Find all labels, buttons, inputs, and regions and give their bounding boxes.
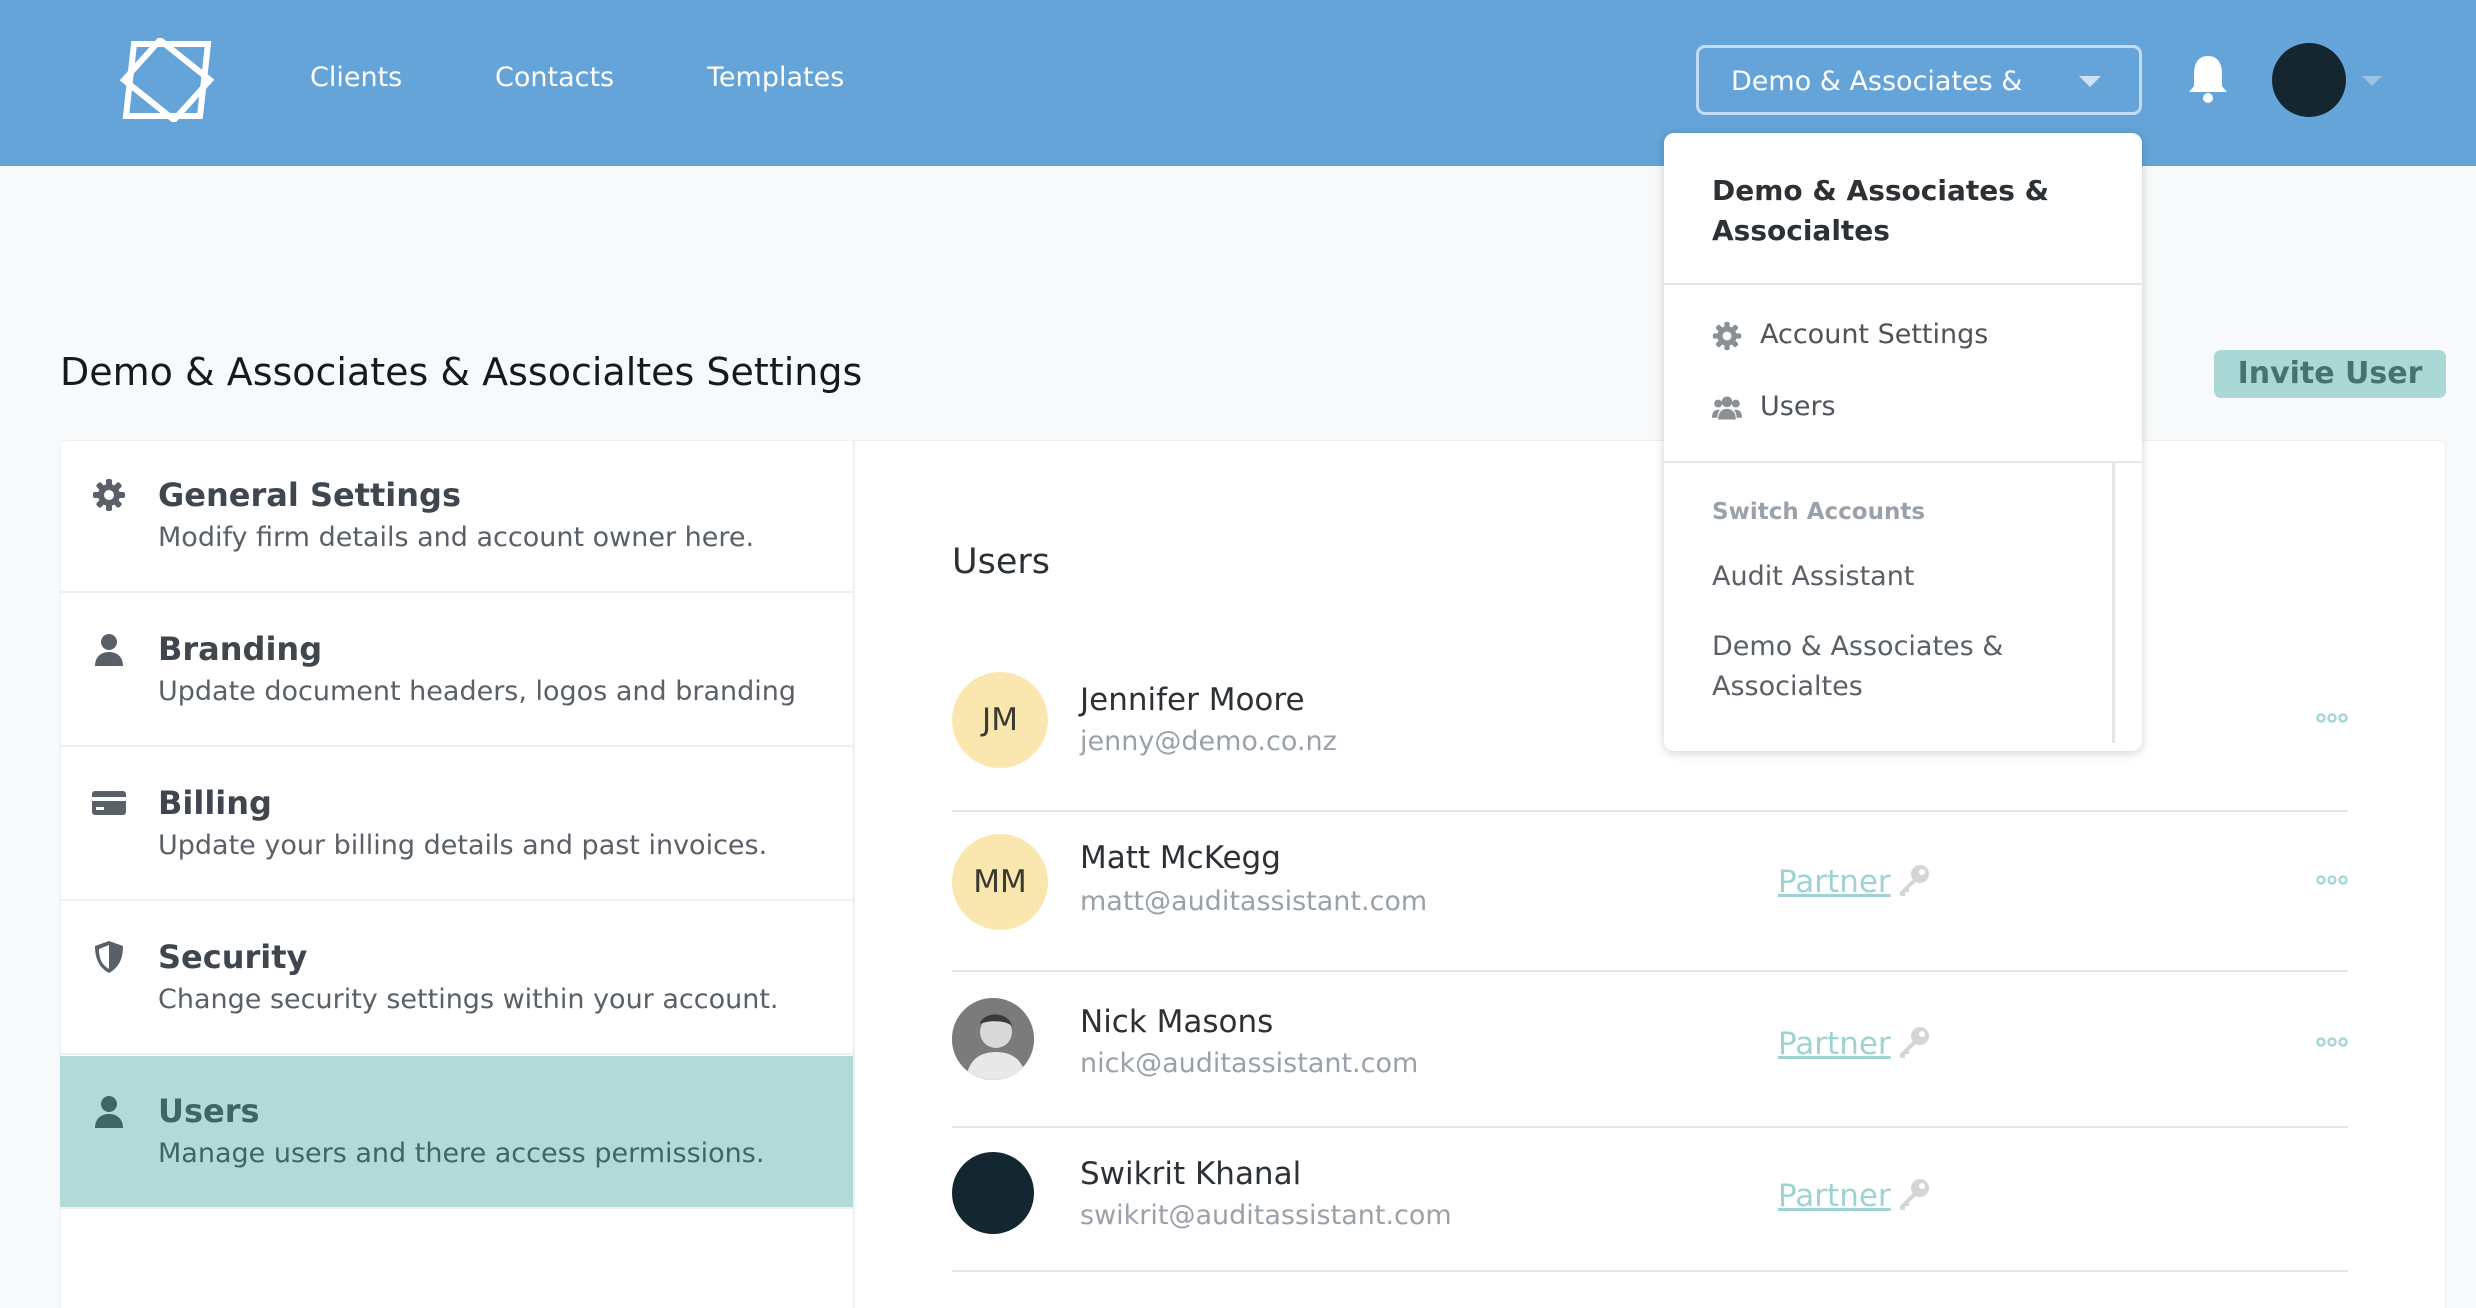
page-title: Demo & Associates & Associaltes Settings [60, 350, 863, 394]
user-email: jenny@demo.co.nz [1080, 726, 1337, 757]
account-switcher-label: Demo & Associates & [1731, 66, 2023, 97]
user-name: Nick Masons [1080, 1004, 1274, 1040]
person-icon [95, 634, 123, 666]
sidebar-item-desc: Manage users and there access permission… [158, 1138, 765, 1169]
menu-item-account-settings[interactable]: Account Settings [1760, 319, 1988, 350]
nav-link-clients[interactable]: Clients [310, 62, 402, 93]
bell-icon[interactable] [2186, 52, 2230, 104]
user-row: Nick Masons nick@auditassistant.com Part… [952, 974, 2348, 1128]
key-icon[interactable] [1896, 1176, 1932, 1212]
sidebar-item-title: Branding [158, 630, 323, 668]
avatar: JM [952, 672, 1048, 768]
users-heading: Users [952, 542, 1051, 582]
role-link[interactable]: Partner [1778, 1026, 1891, 1062]
dropdown-account-name: Demo & Associates & Associaltes [1712, 174, 2050, 247]
account-dropdown-menu: Demo & Associates & Associaltes Account … [1664, 133, 2142, 751]
sidebar-item-title: Users [158, 1092, 260, 1130]
more-options-icon[interactable] [2316, 712, 2348, 724]
chevron-down-icon [2079, 76, 2101, 87]
gear-icon [93, 479, 125, 511]
sidebar-item-title: Security [158, 938, 308, 976]
user-name: Swikrit Khanal [1080, 1156, 1302, 1192]
switch-account-demo-associates[interactable]: Demo & Associates & Associaltes [1712, 627, 2092, 707]
divider [1664, 461, 2142, 463]
user-name: Jennifer Moore [1080, 682, 1305, 718]
profile-photo [952, 998, 1034, 1080]
sidebar-item-users[interactable]: Users Manage users and there access perm… [60, 1056, 853, 1209]
sidebar-item-branding[interactable]: Branding Update document headers, logos … [60, 594, 853, 747]
key-icon[interactable] [1896, 1024, 1932, 1060]
user-email: matt@auditassistant.com [1080, 886, 1428, 917]
nav-link-contacts[interactable]: Contacts [495, 62, 614, 93]
account-switcher[interactable]: Demo & Associates & [1696, 45, 2142, 115]
person-icon [95, 1096, 123, 1128]
user-email: nick@auditassistant.com [1080, 1048, 1419, 1079]
menu-item-users[interactable]: Users [1760, 391, 1836, 422]
avatar [952, 1152, 1034, 1234]
more-options-icon[interactable] [2316, 874, 2348, 886]
divider [1664, 283, 2142, 285]
role-link[interactable]: Partner [1778, 1178, 1891, 1214]
sidebar-item-desc: Update your billing details and past inv… [158, 830, 768, 861]
user-email: swikrit@auditassistant.com [1080, 1200, 1452, 1231]
user-row: Swikrit Khanal swikrit@auditassistant.co… [952, 1128, 2348, 1272]
sidebar-item-title: Billing [158, 784, 272, 822]
user-name: Matt McKegg [1080, 840, 1281, 876]
user-avatar[interactable] [2272, 43, 2346, 117]
switch-account-audit-assistant[interactable]: Audit Assistant [1712, 557, 2092, 597]
scrollbar[interactable] [2112, 463, 2115, 743]
sidebar-item-security[interactable]: Security Change security settings within… [60, 902, 853, 1055]
avatar: MM [952, 834, 1048, 930]
logo-icon[interactable] [120, 38, 214, 122]
more-options-icon[interactable] [2316, 1036, 2348, 1048]
sidebar-item-general-settings[interactable]: General Settings Modify firm details and… [60, 440, 853, 593]
avatar [952, 998, 1034, 1080]
sidebar-item-title: General Settings [158, 476, 461, 514]
sidebar-item-desc: Modify firm details and account owner he… [158, 522, 755, 553]
users-icon [1712, 396, 1742, 420]
key-icon[interactable] [1896, 862, 1932, 898]
role-link[interactable]: Partner [1778, 864, 1891, 900]
gear-icon [1712, 321, 1742, 351]
credit-card-icon [92, 791, 126, 815]
user-row: MM Matt McKegg matt@auditassistant.com P… [952, 812, 2348, 972]
settings-sidebar: General Settings Modify firm details and… [60, 440, 855, 1308]
sidebar-item-desc: Update document headers, logos and brand… [158, 676, 797, 707]
chevron-down-icon[interactable] [2362, 76, 2382, 86]
sidebar-item-billing[interactable]: Billing Update your billing details and … [60, 748, 853, 901]
nav-link-templates[interactable]: Templates [707, 62, 844, 93]
sidebar-item-desc: Change security settings within your acc… [158, 984, 779, 1015]
invite-user-button[interactable]: Invite User [2214, 350, 2446, 398]
switch-accounts-heading: Switch Accounts [1712, 499, 1926, 525]
shield-icon [95, 941, 123, 973]
